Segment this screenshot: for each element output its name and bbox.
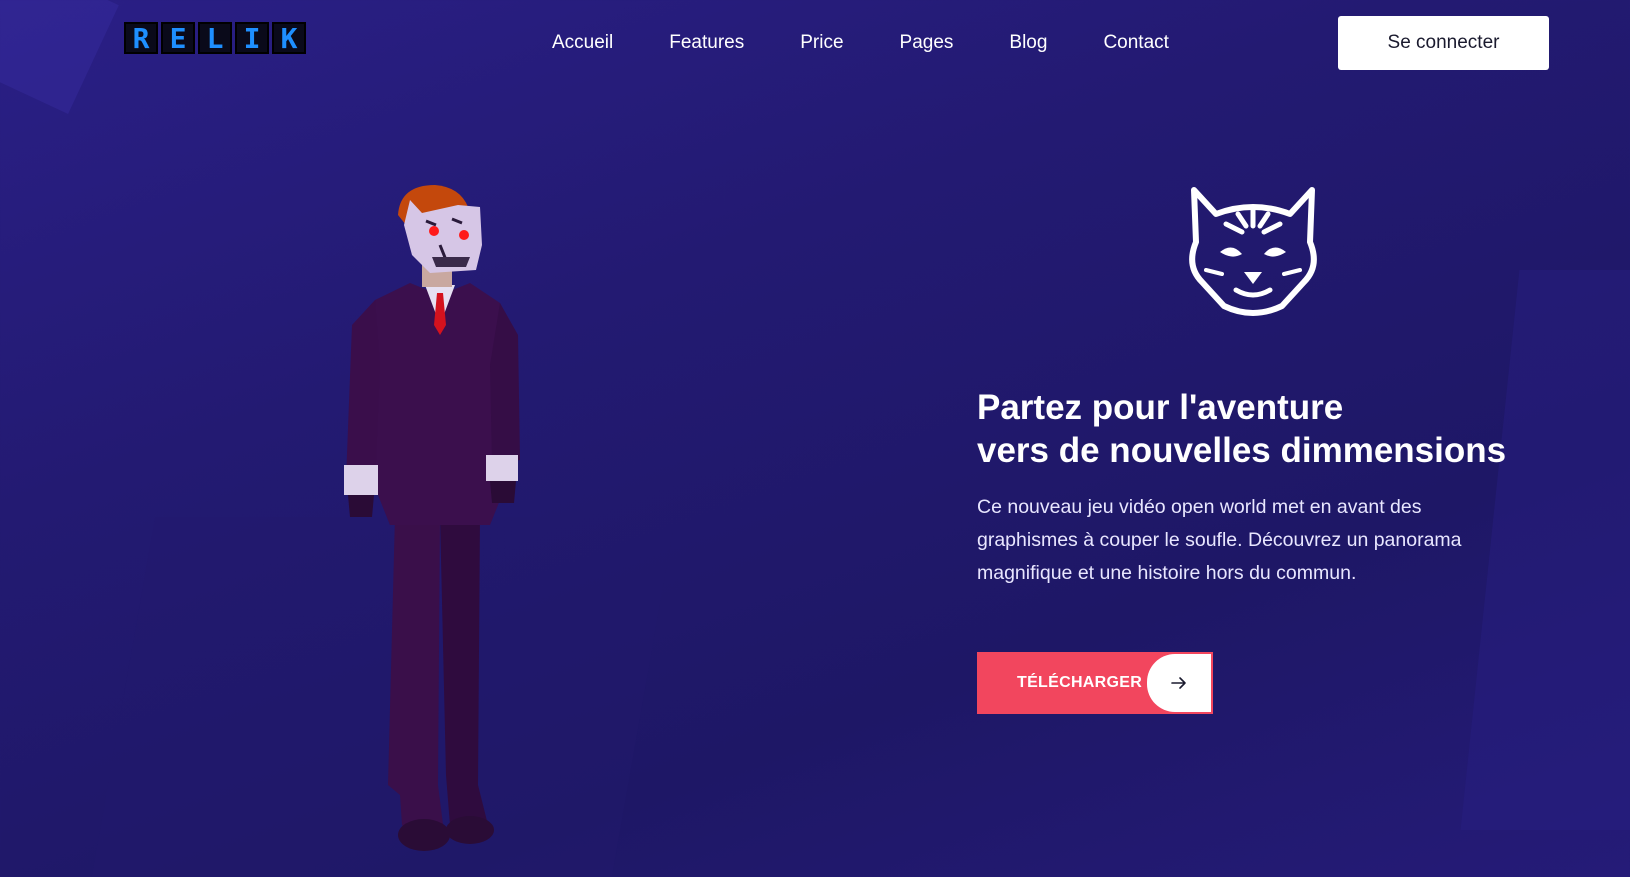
nav-item-contact[interactable]: Contact: [1103, 32, 1168, 54]
logo-letter: R: [124, 22, 158, 55]
download-button[interactable]: TÉLÉCHARGER: [977, 652, 1213, 714]
hero-title-line1: Partez pour l'aventure: [977, 388, 1344, 427]
nav-item-price[interactable]: Price: [800, 32, 843, 54]
logo-letter: L: [198, 22, 232, 55]
logo-letter: K: [272, 22, 306, 55]
character-illustration: [344, 185, 520, 851]
hero-title-line2: vers de nouvelles dimmensions: [977, 431, 1507, 470]
arrow-right-icon: [1147, 654, 1211, 712]
main-nav: Accueil Features Price Pages Blog Contac…: [552, 32, 1225, 54]
logo-letter: E: [161, 22, 195, 55]
download-button-label: TÉLÉCHARGER: [1017, 674, 1143, 691]
hero-description: Ce nouveau jeu vidéo open world met en a…: [977, 496, 1462, 584]
nav-item-blog[interactable]: Blog: [1009, 32, 1047, 54]
nav-item-accueil[interactable]: Accueil: [552, 32, 613, 54]
nav-item-pages[interactable]: Pages: [900, 32, 954, 54]
nav-item-features[interactable]: Features: [669, 32, 744, 54]
login-button[interactable]: Se connecter: [1338, 16, 1549, 70]
cat-head-icon: [1189, 187, 1317, 316]
relik-logo[interactable]: R E L I K: [124, 22, 306, 55]
hero-title: Partez pour l'aventure vers de nouvelles…: [977, 386, 1597, 472]
logo-letter: I: [235, 22, 269, 55]
background-shape: [0, 0, 119, 114]
